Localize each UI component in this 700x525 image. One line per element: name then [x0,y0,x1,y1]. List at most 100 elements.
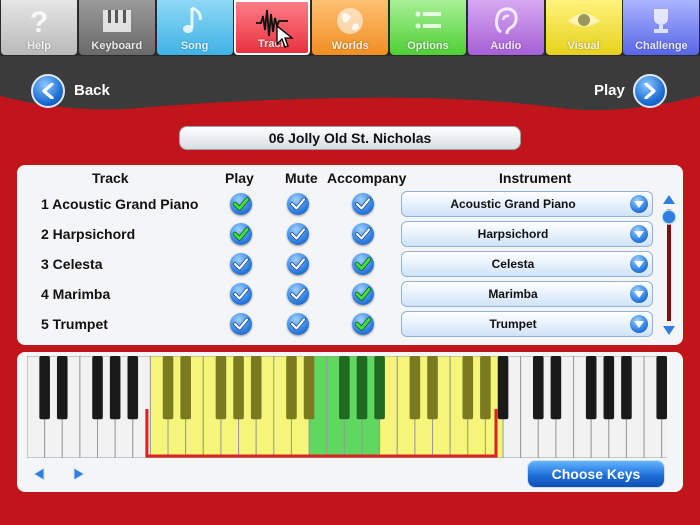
scroll-thumb[interactable] [661,209,677,225]
mute-toggle[interactable] [287,313,309,335]
track-name: 3 Celesta [41,256,103,272]
column-header-instrument: Instrument [499,170,572,186]
back-button[interactable] [31,74,65,108]
eye-icon [546,4,622,38]
tab-options[interactable]: Options [390,0,466,55]
black-key[interactable] [92,356,103,420]
black-key[interactable] [303,356,315,420]
song-title[interactable]: 06 Jolly Old St. Nicholas [179,126,521,150]
tab-label: Audio [490,40,522,52]
tab-worlds[interactable]: Worlds [312,0,389,55]
tab-song[interactable]: Song [156,0,233,55]
black-key[interactable] [162,356,174,420]
black-key[interactable] [127,356,139,420]
black-key[interactable] [250,356,262,420]
tab-audio[interactable]: Audio [467,0,544,55]
instrument-value: Marimba [488,287,538,301]
chevron-down-icon [630,255,648,273]
black-key[interactable] [462,356,474,420]
checkmark-icon [233,257,249,271]
accompany-toggle[interactable] [352,193,374,215]
scrollbar[interactable] [661,193,677,337]
accompany-toggle[interactable] [352,313,374,335]
play-toggle[interactable] [230,313,252,335]
black-key[interactable] [533,356,544,420]
black-key[interactable] [180,356,191,420]
scroll-right-icon[interactable] [71,466,87,482]
black-key[interactable] [109,356,121,420]
list-icon [390,4,466,38]
black-key[interactable] [427,356,438,420]
play-toggle[interactable] [230,193,252,215]
black-key[interactable] [39,356,50,420]
instrument-select[interactable]: Marimba [401,281,653,307]
black-key[interactable] [550,356,562,420]
black-key[interactable] [374,356,385,420]
choose-keys-button[interactable]: Choose Keys [527,460,665,488]
play-label[interactable]: Play [594,82,625,99]
instrument-select[interactable]: Celesta [401,251,653,277]
play-toggle[interactable] [230,253,252,275]
globe-icon [312,4,388,38]
question-mark-icon: ? [1,4,77,38]
tab-label: Keyboard [91,40,143,52]
mute-toggle[interactable] [287,223,309,245]
checkmark-icon [290,227,306,241]
accompany-toggle[interactable] [352,283,374,305]
keyboard-panel: Choose Keys [17,352,683,492]
play-toggle[interactable] [230,223,252,245]
checkmark-icon [355,197,371,211]
black-key[interactable] [339,356,350,420]
mute-toggle[interactable] [287,283,309,305]
tab-help[interactable]: ? Help [1,0,77,55]
black-key[interactable] [233,356,244,420]
checkmark-icon [232,227,250,241]
tab-visual[interactable]: Visual [545,0,622,55]
black-key[interactable] [480,356,491,420]
instrument-value: Celesta [491,257,535,271]
black-key[interactable] [656,356,667,420]
track-name: 4 Marimba [41,286,111,302]
instrument-select[interactable]: Trumpet [401,311,653,337]
chevron-down-icon [630,285,648,303]
black-key[interactable] [585,356,597,420]
tab-challenge[interactable]: Challenge [623,0,700,55]
black-key[interactable] [356,356,368,420]
tab-label: Help [27,40,51,52]
chevron-down-icon [630,195,648,213]
mute-toggle[interactable] [287,253,309,275]
scroll-up-icon[interactable] [663,195,675,204]
black-key[interactable] [409,356,421,420]
tab-track[interactable]: Track [234,0,311,55]
checkmark-icon [290,287,306,301]
column-header-play: Play [225,170,254,186]
tracks-panel: Track Play Mute Accompany Instrument 1 A… [17,165,683,345]
black-key[interactable] [497,356,509,420]
play-toggle[interactable] [230,283,252,305]
checkmark-icon [355,227,371,241]
accompany-toggle[interactable] [352,253,374,275]
scroll-left-icon[interactable] [31,466,47,482]
svg-text:?: ? [30,6,48,38]
play-button[interactable] [633,74,667,108]
piano-keyboard[interactable] [27,356,667,458]
black-key[interactable] [603,356,615,420]
trophy-icon [623,4,699,38]
tab-keyboard[interactable]: Keyboard [78,0,155,55]
accompany-toggle[interactable] [352,223,374,245]
waveform-icon [236,6,308,40]
black-key[interactable] [215,356,227,420]
back-label[interactable]: Back [74,82,110,99]
column-header-track: Track [92,170,129,186]
black-key[interactable] [621,356,632,420]
instrument-select[interactable]: Harpsichord [401,221,653,247]
mute-toggle[interactable] [287,193,309,215]
scroll-down-icon[interactable] [663,326,675,335]
black-key[interactable] [286,356,297,420]
arrow-left-icon [42,83,54,99]
instrument-value: Acoustic Grand Piano [450,197,576,211]
instrument-select[interactable]: Acoustic Grand Piano [401,191,653,217]
column-header-accompany: Accompany [327,170,407,186]
black-key[interactable] [56,356,68,420]
checkmark-icon [354,287,372,301]
